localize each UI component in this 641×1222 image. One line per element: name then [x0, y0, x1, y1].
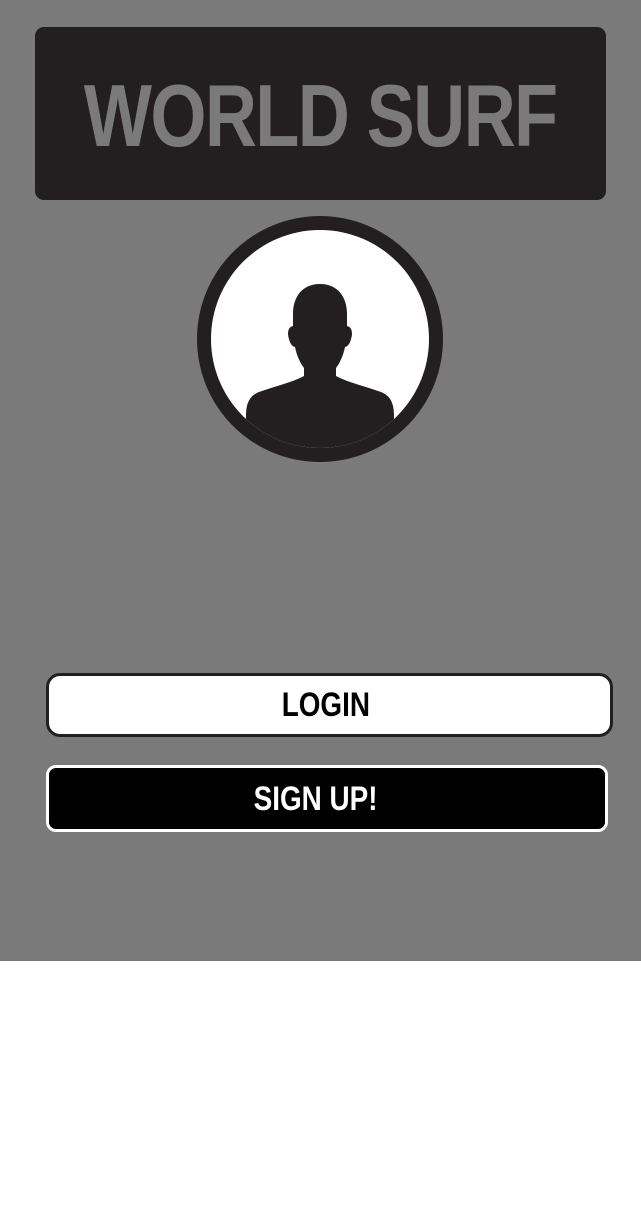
- login-button-label: LOGIN: [281, 686, 370, 724]
- app-screen: WORLD SURF LOGIN SIGN UP!: [0, 0, 641, 961]
- app-title: WORLD SURF: [84, 65, 558, 165]
- signup-button-label: SIGN UP!: [254, 779, 378, 818]
- app-header: WORLD SURF: [35, 27, 606, 200]
- user-silhouette-icon: [197, 216, 443, 462]
- avatar: [197, 216, 443, 462]
- signup-button[interactable]: SIGN UP!: [46, 765, 608, 832]
- login-button[interactable]: LOGIN: [46, 673, 613, 737]
